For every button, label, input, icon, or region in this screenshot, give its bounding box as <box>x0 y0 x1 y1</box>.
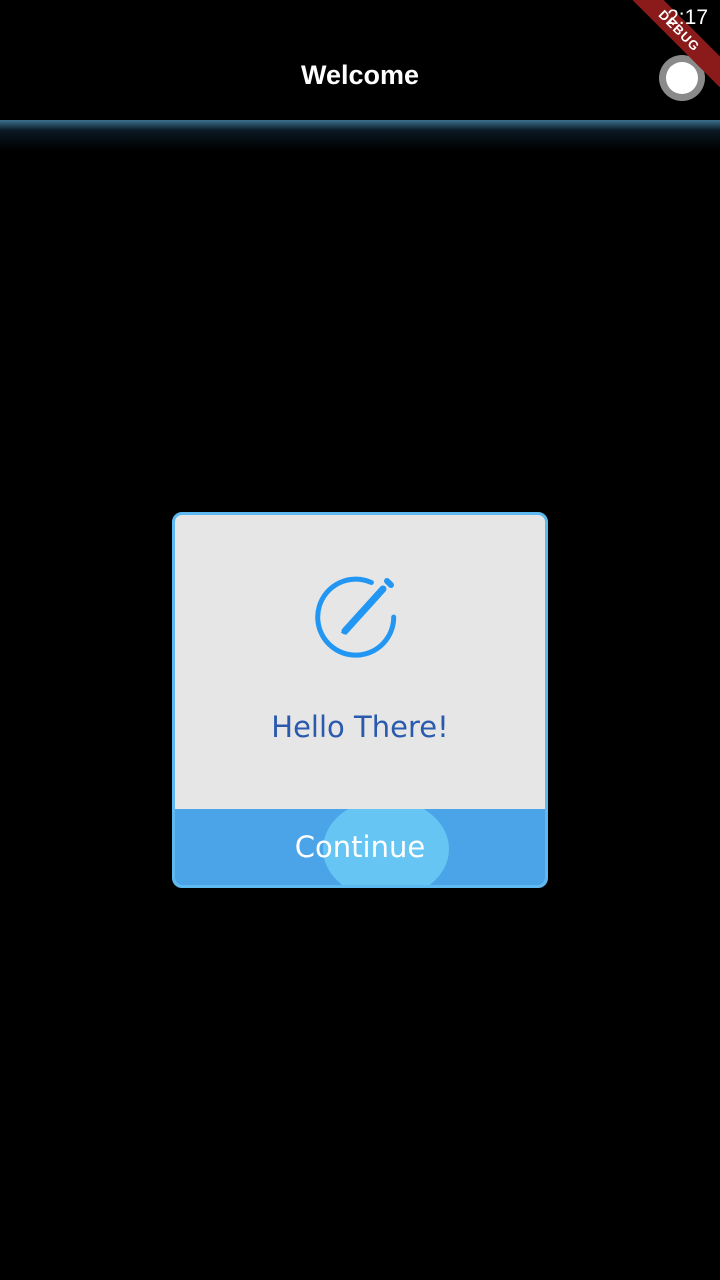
edit-pencil-circle-icon <box>315 576 397 658</box>
screen: Welcome 2:17 DEBUG Hello There! Continue <box>0 0 720 1280</box>
circle-toggle-icon <box>666 62 698 94</box>
status-time: 2:17 <box>667 6 708 29</box>
continue-button-label: Continue <box>294 830 426 864</box>
continue-button[interactable]: Continue <box>175 809 545 885</box>
dialog-message: Hello There! <box>271 710 449 744</box>
theme-toggle-button[interactable] <box>659 55 705 101</box>
app-bar: Welcome <box>0 0 720 120</box>
app-title: Welcome <box>300 60 420 90</box>
app-bar-shadow <box>0 120 720 150</box>
welcome-dialog: Hello There! Continue <box>172 512 548 888</box>
